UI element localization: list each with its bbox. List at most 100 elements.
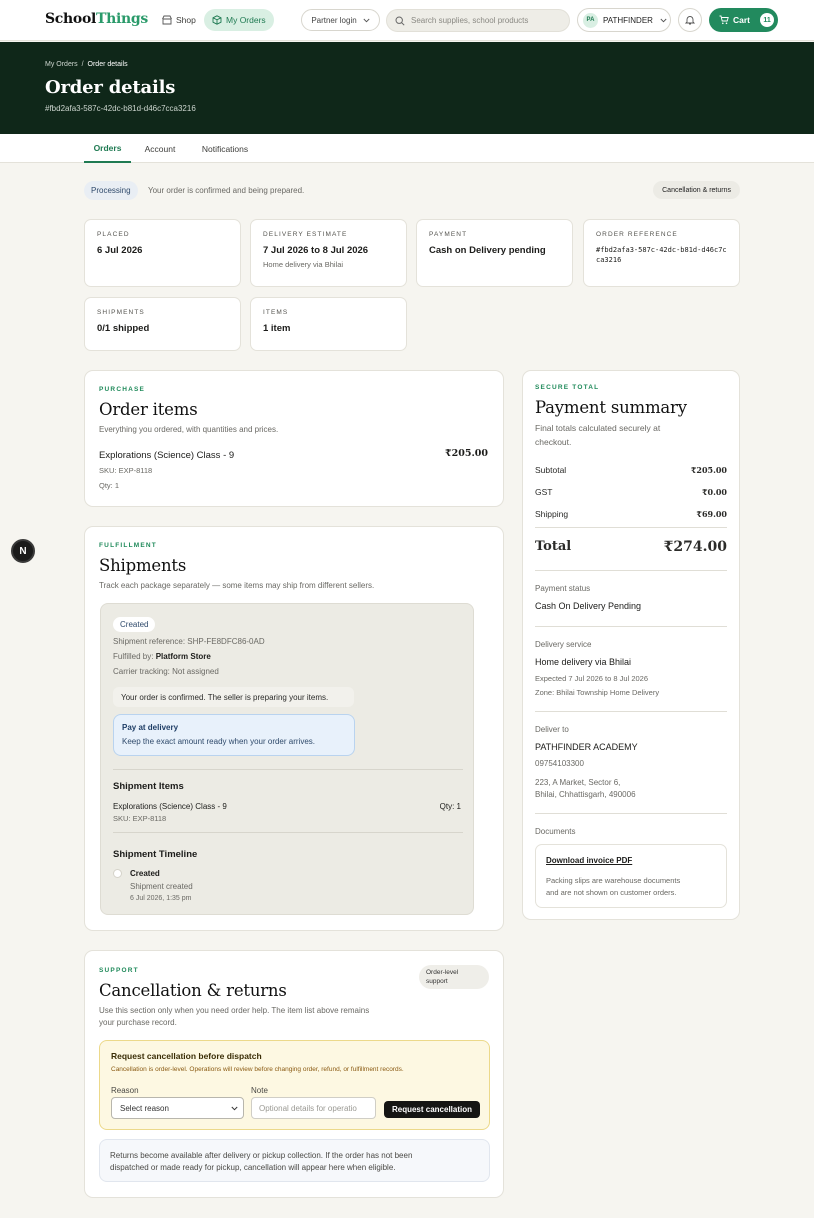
placed-value: 6 Jul 2026: [97, 245, 143, 256]
request-cancellation-button[interactable]: Request cancellation: [384, 1101, 480, 1118]
download-invoice-link[interactable]: Download invoice PDF: [546, 856, 632, 865]
shipment-card: Created Shipment reference: SHP-FE8DFC86…: [100, 603, 474, 915]
order-item-price: ₹205.00: [445, 448, 488, 459]
items-value: 1 item: [263, 323, 291, 334]
avatar: PA: [583, 12, 598, 28]
pay-at-delivery-desc: Keep the exact amount ready when your or…: [122, 737, 315, 746]
reason-select[interactable]: Select reason: [111, 1097, 244, 1119]
search-input[interactable]: [411, 16, 561, 25]
shipments-title: Shipments: [99, 556, 187, 575]
cart-count-badge: 11: [760, 13, 775, 27]
shipments-value: 0/1 shipped: [97, 323, 150, 334]
shipment-items-heading: Shipment Items: [113, 781, 184, 792]
order-level-badge-line-2: support: [426, 978, 448, 985]
order-status-row: Processing Your order is confirmed and b…: [84, 181, 740, 200]
partner-login-dropdown[interactable]: Partner login: [301, 9, 380, 31]
order-item-qty: Qty: 1: [99, 481, 120, 490]
devtools-badge[interactable]: N: [11, 539, 35, 563]
search-bar[interactable]: [386, 9, 570, 32]
summary-desc-line-2: checkout.: [535, 437, 572, 447]
shipment-status-badge: Created: [113, 617, 156, 632]
cancellation-title: Cancellation & returns: [99, 981, 287, 1000]
tab-account[interactable]: Account: [137, 134, 183, 163]
shipment-item-sku: SKU: EXP-8118: [113, 814, 167, 823]
nav-my-orders-link[interactable]: My Orders: [204, 9, 274, 31]
divider: [535, 813, 727, 814]
divider: [535, 711, 727, 712]
items-card: ITEMS 1 item: [250, 297, 407, 351]
payment-card: PAYMENT Cash on Delivery pending: [416, 219, 573, 287]
notifications-button[interactable]: [678, 8, 702, 32]
note-label: Note: [251, 1086, 268, 1095]
top-navigation-bar: SchoolThings Shop My Orders Partner logi…: [0, 0, 814, 41]
gst-label: GST: [535, 487, 553, 497]
returns-info-line-2: dispatched or made ready for pickup, can…: [110, 1163, 396, 1172]
tab-orders[interactable]: Orders: [84, 134, 131, 163]
order-items-panel: PURCHASE Order items Everything you orde…: [84, 370, 504, 507]
summary-desc-line-1: Final totals calculated securely at: [535, 423, 661, 433]
order-reference-card: ORDER REFERENCE #fbd2afa3-587c-42dc-b81d…: [583, 219, 740, 287]
chevron-down-icon: [231, 1106, 238, 1110]
total-row: Total ₹274.00: [535, 539, 727, 555]
items-label: ITEMS: [263, 309, 289, 316]
deliver-to-phone: 09754103300: [535, 759, 584, 768]
deliver-to-address-line-2: Bhilai, Chhattisgarh, 490006: [535, 790, 636, 799]
delivery-expected: Expected 7 Jul 2026 to 8 Jul 2026: [535, 674, 648, 683]
breadcrumb-current: Order details: [87, 61, 128, 68]
deliver-to-name: PATHFINDER ACADEMY: [535, 742, 638, 752]
cart-button[interactable]: Cart 11: [709, 8, 778, 32]
shipping-label: Shipping: [535, 509, 569, 519]
documents-label: Documents: [535, 827, 576, 836]
search-icon: [395, 15, 405, 26]
breadcrumb-my-orders[interactable]: My Orders: [45, 61, 78, 68]
payment-label: PAYMENT: [429, 231, 468, 238]
nav-shop-label: Shop: [176, 15, 196, 25]
timeline-event-desc: Shipment created: [130, 882, 193, 891]
reason-select-value: Select reason: [120, 1103, 169, 1113]
pay-at-delivery-notice: Pay at delivery Keep the exact amount re…: [113, 714, 355, 756]
total-label: Total: [535, 539, 572, 554]
cancellation-returns-link[interactable]: Cancellation & returns: [653, 181, 740, 199]
placed-label: PLACED: [97, 231, 130, 238]
chevron-down-icon: [660, 18, 667, 22]
nav-shop-link[interactable]: Shop: [158, 9, 200, 31]
bell-icon: [685, 16, 695, 25]
account-name: PATHFINDER: [603, 15, 653, 25]
timeline-event-title: Created: [130, 869, 160, 878]
logo-text: School: [45, 11, 97, 27]
page-title: Order details: [45, 77, 176, 98]
pay-at-delivery-title: Pay at delivery: [122, 723, 179, 732]
partner-login-label: Partner login: [311, 15, 357, 25]
order-item-sku: SKU: EXP-8118: [99, 466, 153, 475]
shipping-value: ₹69.00: [696, 509, 727, 519]
divider: [535, 626, 727, 627]
payment-summary-panel: SECURE TOTAL Payment summary Final total…: [522, 370, 740, 920]
account-menu[interactable]: PA PATHFINDER: [577, 8, 671, 32]
shipments-desc: Track each package separately — some ite…: [99, 581, 375, 590]
cart-label: Cart: [733, 15, 751, 25]
cancellation-eyebrow: SUPPORT: [99, 967, 139, 974]
documents-note-line-1: Packing slips are warehouse documents: [546, 876, 681, 885]
delivery-service-label: Delivery service: [535, 640, 592, 649]
shipment-item-qty: Qty: 1: [439, 802, 461, 811]
cancellation-desc-line-1: Use this section only when you need orde…: [99, 1006, 370, 1015]
package-icon: [212, 15, 222, 25]
status-badge: Processing: [84, 181, 138, 200]
chevron-down-icon: [363, 18, 370, 22]
delivery-estimate-label: DELIVERY ESTIMATE: [263, 231, 348, 238]
cancellation-request-box: Request cancellation before dispatch Can…: [99, 1040, 490, 1130]
delivery-service-value: Home delivery via Bhilai: [535, 657, 632, 667]
divider: [113, 832, 463, 833]
subtotal-row: Subtotal ₹205.00: [535, 465, 727, 475]
shop-icon: [162, 15, 172, 25]
payment-status-label: Payment status: [535, 584, 591, 593]
divider: [535, 527, 727, 528]
tab-notifications[interactable]: Notifications: [193, 134, 257, 163]
divider: [113, 769, 463, 770]
documents-note-line-2: and are not shown on customer orders.: [546, 888, 677, 897]
order-items-title: Order items: [99, 400, 198, 419]
fulfilled-by-label: Fulfilled by:: [113, 652, 154, 661]
note-input[interactable]: [251, 1097, 376, 1119]
logo[interactable]: SchoolThings: [45, 11, 148, 27]
account-tabs: Orders Account Notifications: [0, 134, 814, 163]
